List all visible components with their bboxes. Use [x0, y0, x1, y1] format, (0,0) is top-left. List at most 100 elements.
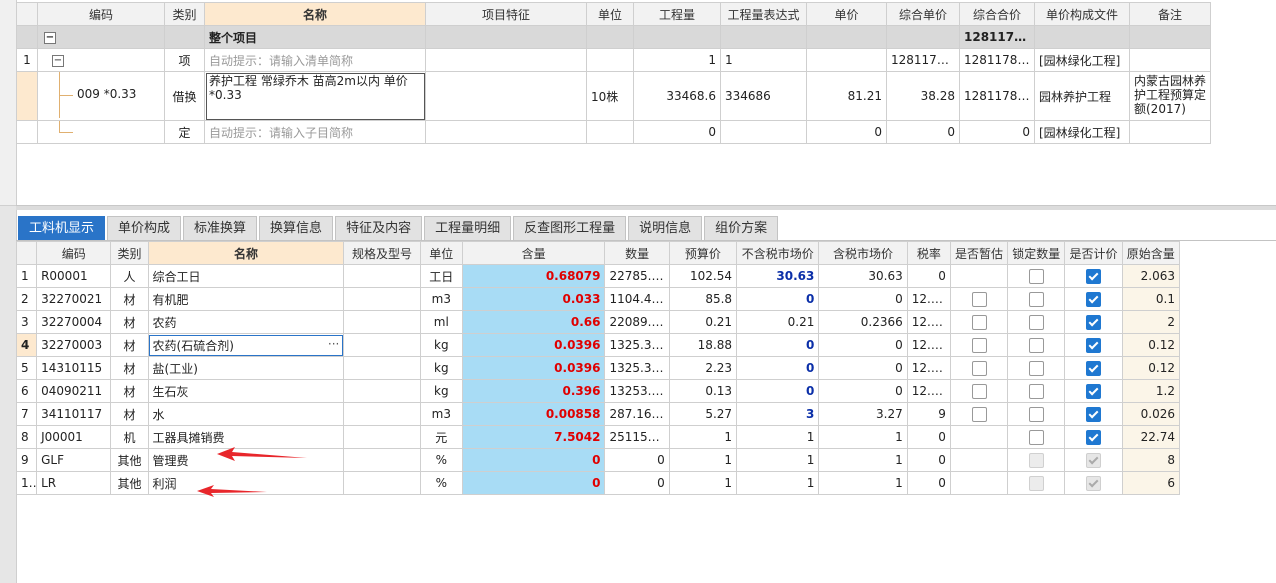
lock-cell[interactable] — [1007, 471, 1066, 495]
header-expr[interactable]: 工程量表达式 — [720, 2, 807, 26]
checkbox[interactable] — [971, 314, 987, 330]
resource-type[interactable]: 机 — [110, 425, 149, 449]
quota-qty[interactable]: 33468.6 — [633, 71, 721, 121]
collapse-icon[interactable]: − — [52, 54, 64, 67]
header-market-tax[interactable]: 含税市场价 — [818, 241, 908, 265]
resource-market-price-tax[interactable]: 1 — [818, 471, 908, 495]
checkbox[interactable] — [1028, 429, 1044, 445]
resource-budget[interactable]: 5.27 — [668, 402, 738, 426]
resource-row[interactable]: 9 GLF 其他 管理费% 0 0 1 1 1 0 8 — [15, 448, 1181, 472]
resource-spec[interactable] — [343, 356, 421, 380]
resource-amount[interactable]: 0 — [604, 448, 670, 472]
resource-content[interactable]: 0.033 — [461, 287, 606, 311]
resource-spec[interactable] — [343, 264, 421, 288]
resource-code[interactable]: 32270003 — [36, 333, 112, 357]
lock-cell[interactable] — [1007, 287, 1066, 311]
resource-code[interactable]: 04090211 — [36, 379, 112, 403]
quota-name[interactable]: 养护工程 常绿乔木 苗高2m以内 单价*0.33 — [204, 71, 426, 121]
quota-file[interactable]: 园林养护工程 — [1034, 71, 1130, 121]
header-price[interactable]: 单价 — [806, 2, 887, 26]
resource-market-price-tax[interactable]: 0 — [818, 287, 908, 311]
resource-market-price[interactable]: 0 — [736, 356, 820, 380]
resource-type[interactable]: 其他 — [110, 471, 149, 495]
resource-budget[interactable]: 1 — [668, 425, 738, 449]
quota-row-selected[interactable]: 009 *0.33 借换 养护工程 常绿乔木 苗高2m以内 单价*0.33 10… — [16, 71, 1211, 121]
resource-content[interactable]: 7.5042 — [461, 425, 606, 449]
tab-description[interactable]: 说明信息 — [628, 216, 703, 241]
resource-tax-rate[interactable]: 12.69 — [906, 379, 951, 403]
estimate-cell[interactable] — [949, 287, 1009, 311]
resource-market-price[interactable]: 1 — [736, 425, 820, 449]
checkbox[interactable] — [1086, 291, 1101, 307]
estimate-cell[interactable] — [949, 356, 1009, 380]
resource-content[interactable]: 0.68079 — [461, 264, 606, 288]
quota-note[interactable]: 内蒙古园林养护工程预算定额(2017) — [1129, 71, 1211, 121]
resource-spec[interactable] — [343, 379, 421, 403]
resource-market-price-tax[interactable]: 0 — [818, 356, 908, 380]
header-name[interactable]: 名称 — [204, 2, 426, 26]
resource-row[interactable]: 7 34110117 材水 m3 0.00858 287.160… 5.27 3 3.27 9 0.… — [15, 402, 1181, 426]
resource-budget[interactable]: 102.54 — [668, 264, 738, 288]
header-unit[interactable]: 单位 — [419, 241, 463, 265]
resource-amount[interactable]: 22785.0… — [604, 264, 670, 288]
resource-unit[interactable]: m3 — [419, 402, 463, 426]
lock-cell[interactable] — [1007, 356, 1066, 380]
priced-cell[interactable] — [1064, 379, 1123, 403]
bill-qty[interactable]: 1 — [633, 48, 721, 72]
header-code[interactable]: 编码 — [36, 241, 112, 265]
resource-row[interactable]: 3 32270004 材农药 ml 0.66 22089.276 0.21 0.21 0.236… — [15, 310, 1181, 334]
header-code[interactable]: 编码 — [37, 2, 165, 26]
resource-market-price-tax[interactable]: 0 — [818, 333, 908, 357]
header-amount[interactable]: 数量 — [604, 241, 670, 265]
checkbox[interactable] — [971, 337, 987, 353]
resource-row[interactable]: 6 04090211 材生石灰 kg 0.396 13253.5… 0.13 0 0 12.69 1… — [15, 379, 1181, 403]
resource-amount[interactable]: 287.160… — [604, 402, 670, 426]
bill-name-hint[interactable]: 自动提示：请输入清单简称 — [204, 48, 426, 72]
resource-content[interactable]: 0.0396 — [461, 333, 606, 357]
resource-row[interactable]: 2 32270021 材有机肥 m3 0.033 1104.4638 85.8 0 0 12.69… — [15, 287, 1181, 311]
tab-conversion-info[interactable]: 换算信息 — [259, 216, 334, 241]
resource-tax-rate[interactable]: 0 — [906, 471, 951, 495]
resource-unit[interactable]: % — [419, 471, 463, 495]
resource-budget[interactable]: 0.21 — [668, 310, 738, 334]
resource-spec[interactable] — [343, 425, 421, 449]
header-name[interactable]: 名称 — [147, 241, 345, 265]
quota-type[interactable]: 定 — [164, 120, 205, 144]
quota-expr[interactable]: 334686 — [720, 71, 807, 121]
header-unit[interactable]: 单位 — [586, 2, 634, 26]
checkbox[interactable] — [1086, 314, 1101, 330]
checkbox[interactable] — [1086, 406, 1101, 422]
resource-spec[interactable] — [343, 448, 421, 472]
resource-spec[interactable] — [343, 333, 421, 357]
resource-code[interactable]: GLF — [36, 448, 112, 472]
estimate-cell[interactable] — [949, 310, 1009, 334]
resource-content[interactable]: 0 — [461, 471, 606, 495]
header-file[interactable]: 单价构成文件 — [1034, 2, 1130, 26]
quota-unit[interactable]: 10株 — [586, 71, 634, 121]
resource-code[interactable]: 14310115 — [36, 356, 112, 380]
resource-budget[interactable]: 1 — [668, 448, 738, 472]
resource-type[interactable]: 材 — [110, 310, 149, 334]
header-comp-total[interactable]: 综合合价 — [959, 2, 1035, 26]
header-feature[interactable]: 项目特征 — [425, 2, 587, 26]
resource-row[interactable]: 4 32270003 材农药(石硫合剂) ··· kg 0.0396 1325.35… 18.… — [15, 333, 1181, 357]
priced-cell[interactable] — [1064, 287, 1123, 311]
resource-amount[interactable]: 251155.… — [604, 425, 670, 449]
resource-budget[interactable]: 85.8 — [668, 287, 738, 311]
resource-content[interactable]: 0.396 — [461, 379, 606, 403]
header-market[interactable]: 不含税市场价 — [736, 241, 820, 265]
quota-row[interactable]: 定 自动提示：请输入子目简称 0 0 0 0 [园林绿化工程] — [16, 120, 1211, 144]
header-note[interactable]: 备注 — [1129, 2, 1211, 26]
resource-amount[interactable]: 1325.35… — [604, 333, 670, 357]
priced-cell[interactable] — [1064, 310, 1123, 334]
resource-market-price[interactable]: 30.63 — [736, 264, 820, 288]
resource-type[interactable]: 其他 — [110, 448, 149, 472]
bill-type[interactable]: 项 — [164, 48, 205, 72]
priced-cell[interactable] — [1064, 264, 1123, 288]
priced-cell[interactable] — [1064, 402, 1123, 426]
header-type[interactable]: 类别 — [110, 241, 149, 265]
resource-unit[interactable]: 工日 — [419, 264, 463, 288]
tab-graphic-quantity[interactable]: 反查图形工程量 — [513, 216, 627, 241]
header-estimate[interactable]: 是否暂估 — [949, 241, 1009, 265]
checkbox[interactable] — [1028, 406, 1044, 422]
